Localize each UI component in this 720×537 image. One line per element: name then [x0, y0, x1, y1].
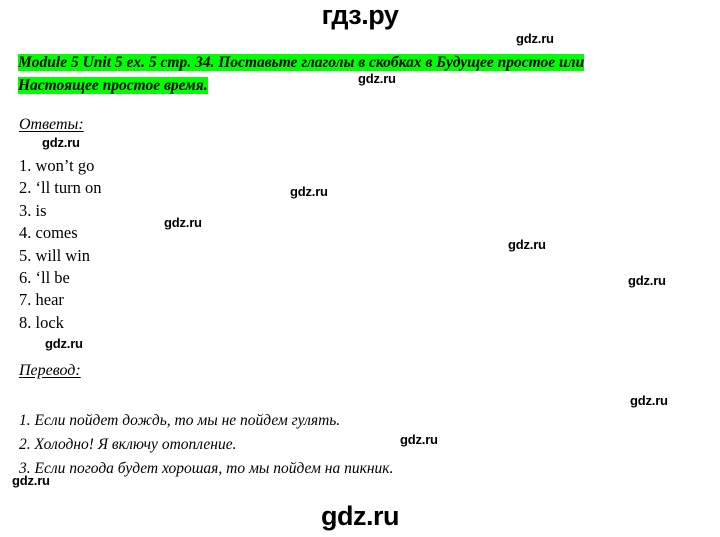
translation-item: 1. Если пойдет дождь, то мы не пойдем гу…	[19, 412, 341, 429]
watermark: gdz.ru	[400, 432, 438, 447]
task-statement-line-2: Настоящее простое время.	[18, 77, 208, 94]
answer-item: 7. hear	[19, 290, 64, 310]
document-page: гдз.ру Module 5 Unit 5 ex. 5 стр. 34. По…	[0, 0, 720, 537]
watermark: gdz.ru	[164, 215, 202, 230]
answer-item: 2. ‘ll turn on	[19, 178, 102, 198]
watermark: gdz.ru	[630, 393, 668, 408]
site-logo-header: гдз.ру	[321, 0, 399, 30]
answers-list: 1. won’t go 2. ‘ll turn on 3. is 4. comes 5.…	[19, 155, 102, 334]
translation-heading: Перевод:	[19, 362, 81, 379]
watermark: gdz.ru	[290, 184, 328, 199]
watermark: gdz.ru	[508, 237, 546, 252]
answer-item: 3. is	[19, 200, 47, 220]
watermark: gdz.ru	[358, 71, 396, 86]
watermark: gdz.ru	[628, 273, 666, 288]
answer-item: 4. comes	[19, 223, 78, 243]
translation-item: 2. Холодно! Я включу отопление.	[19, 436, 237, 453]
watermark: gdz.ru	[45, 336, 83, 351]
answer-item: 8. lock	[19, 312, 64, 332]
translation-item: 3. Если погода будет хорошая, то мы пойд…	[19, 460, 394, 477]
watermark: gdz.ru	[42, 135, 80, 150]
answer-item: 5. will win	[19, 245, 91, 265]
site-logo-footer: gdz.ru	[321, 501, 400, 531]
translation-list: 1. Если пойдет дождь, то мы не пойдем гу…	[19, 409, 393, 481]
answers-heading: Ответы:	[19, 116, 84, 133]
watermark: gdz.ru	[12, 473, 50, 488]
task-statement-line-1: Module 5 Unit 5 ex. 5 стр. 34. Поставьте…	[18, 54, 585, 71]
answer-item: 1. won’t go	[19, 156, 95, 175]
answer-item: 6. ‘ll be	[19, 268, 70, 288]
watermark: gdz.ru	[516, 31, 554, 46]
